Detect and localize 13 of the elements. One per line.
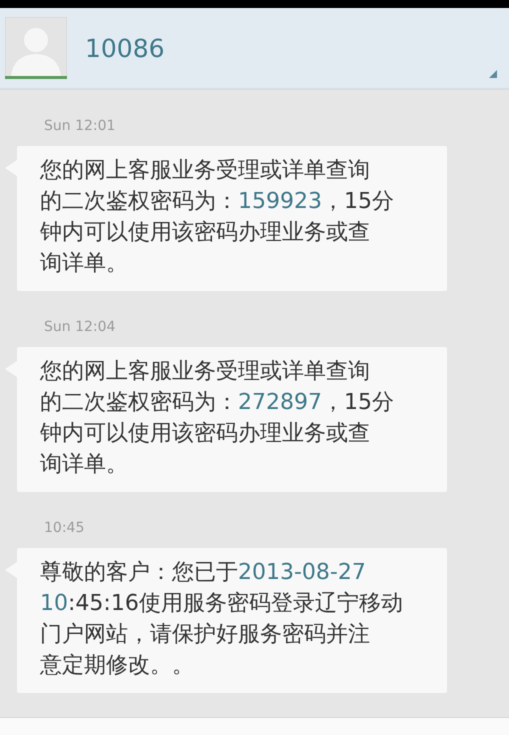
message-link[interactable]: 10	[40, 591, 68, 616]
message-link[interactable]: 159923	[238, 189, 322, 214]
message-text: 您的网上客服业务受理或详单查询 的二次鉴权密码为：159923，15分 钟内可以使用该密码办理业务或查 询详单。	[40, 157, 395, 278]
message-timestamp: Sun 12:04	[44, 319, 116, 335]
message-text: 尊敬的客户：您已于2013-08-27 10:45:16使用服务密码登录辽宁移动 门户网站，请保护好服务密码并注 意定期修改。。	[40, 559, 404, 680]
avatar-icon[interactable]	[5, 17, 67, 79]
message-link[interactable]: 2013-08-27	[238, 560, 366, 585]
corner-triangle-icon	[489, 70, 497, 78]
message-link[interactable]: 272897	[238, 390, 322, 415]
contact-name: 10086	[85, 34, 165, 62]
message-text: 您的网上客服业务受理或详单查询 的二次鉴权密码为：272897，15分 钟内可以使用该密码办理业务或查 询详单。	[40, 358, 395, 479]
message-timestamp: Sun 12:01	[44, 118, 116, 134]
message-timestamp: 10:45	[44, 520, 84, 536]
